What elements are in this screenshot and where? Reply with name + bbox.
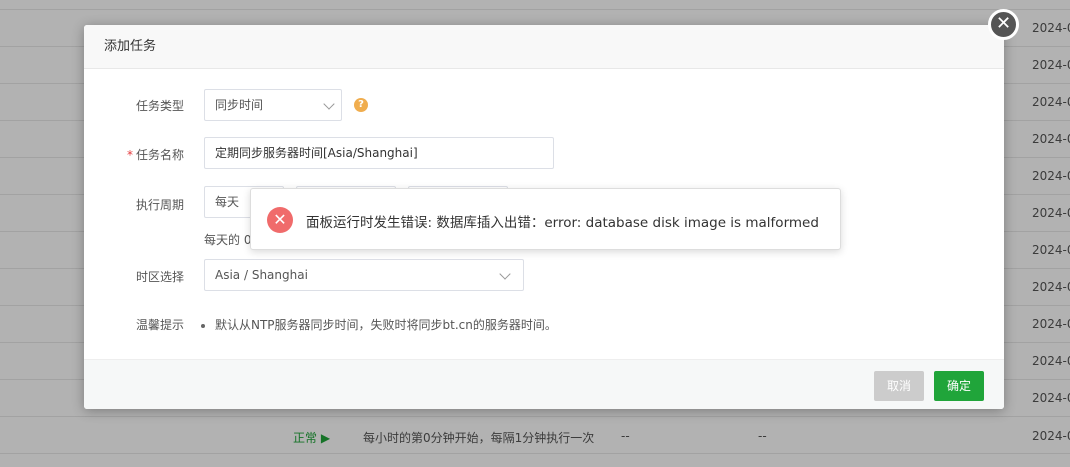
dialog-footer: 取消 确定 (84, 359, 1004, 409)
task-name-label-text: 任务名称 (135, 148, 184, 162)
task-name-input[interactable]: 定期同步服务器时间[Asia/Shanghai] (204, 137, 554, 169)
task-type-value: 同步时间 (215, 98, 264, 112)
tips-item: 默认从NTP服务器同步时间，失败时将同步bt.cn的服务器时间。 (201, 316, 557, 333)
close-icon[interactable]: ✕ (988, 9, 1019, 40)
error-message: 面板运行时发生错误: 数据库插入出错：error: database disk … (306, 215, 819, 231)
bullet-icon (201, 323, 205, 328)
error-toast: ✕ 面板运行时发生错误: 数据库插入出错：error: database dis… (250, 188, 841, 250)
cycle-value: 每天 (215, 195, 240, 209)
tips-label: 温馨提示 (135, 318, 184, 332)
task-name-value: 定期同步服务器时间[Asia/Shanghai] (215, 146, 418, 160)
timezone-label: 时区选择 (135, 270, 184, 284)
cancel-button[interactable]: 取消 (874, 371, 924, 401)
help-icon[interactable]: ? (354, 98, 368, 112)
chevron-down-icon (499, 268, 511, 280)
cycle-hint: 每天的 0 (204, 233, 252, 247)
tips-text: 默认从NTP服务器同步时间，失败时将同步bt.cn的服务器时间。 (215, 318, 557, 332)
cycle-label: 执行周期 (135, 198, 184, 212)
timezone-value: Asia / Shanghai (215, 268, 308, 282)
dialog-title: 添加任务 (84, 25, 1004, 69)
error-icon: ✕ (267, 207, 293, 233)
task-name-label: * 任务名称 (84, 146, 184, 163)
confirm-button[interactable]: 确定 (934, 371, 984, 401)
timezone-select[interactable]: Asia / Shanghai (204, 259, 524, 291)
task-type-select[interactable]: 同步时间 (204, 89, 342, 121)
task-type-label: 任务类型 (135, 99, 184, 113)
chevron-down-icon (323, 98, 335, 110)
required-mark: * (126, 148, 133, 162)
